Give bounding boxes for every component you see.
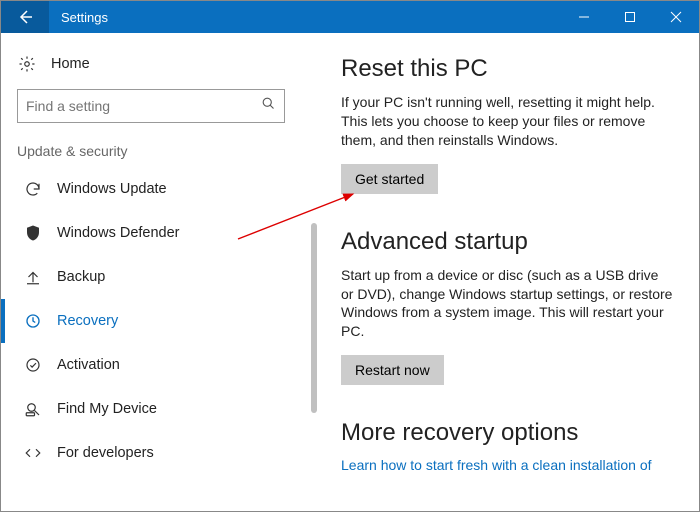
sidebar-item-label: Windows Defender bbox=[43, 225, 180, 241]
sidebar-section-label: Update & security bbox=[1, 137, 301, 167]
reset-heading: Reset this PC bbox=[341, 55, 673, 83]
recovery-icon bbox=[23, 312, 43, 330]
sidebar-item-label: Find My Device bbox=[43, 401, 157, 417]
gear-icon bbox=[17, 55, 37, 73]
sidebar-home-label: Home bbox=[37, 56, 90, 72]
find-device-icon bbox=[23, 400, 43, 418]
sidebar-item-label: Recovery bbox=[43, 313, 118, 329]
backup-icon bbox=[23, 268, 43, 286]
titlebar: Settings bbox=[1, 1, 699, 33]
sidebar-item-label: Backup bbox=[43, 269, 105, 285]
maximize-button[interactable] bbox=[607, 1, 653, 33]
activation-icon bbox=[23, 356, 43, 374]
search-icon bbox=[261, 96, 276, 116]
advanced-body: Start up from a device or disc (such as … bbox=[341, 266, 673, 342]
sidebar-item-label: Windows Update bbox=[43, 181, 167, 197]
shield-icon bbox=[23, 224, 43, 242]
get-started-button[interactable]: Get started bbox=[341, 164, 438, 194]
sidebar-item-label: Activation bbox=[43, 357, 120, 373]
main-content: Reset this PC If your PC isn't running w… bbox=[301, 33, 699, 511]
advanced-heading: Advanced startup bbox=[341, 228, 673, 256]
reset-body: If your PC isn't running well, resetting… bbox=[341, 93, 673, 150]
restart-now-button[interactable]: Restart now bbox=[341, 355, 444, 385]
more-heading: More recovery options bbox=[341, 419, 673, 447]
sidebar-item-recovery[interactable]: Recovery bbox=[1, 299, 301, 343]
sidebar-item-backup[interactable]: Backup bbox=[1, 255, 301, 299]
sync-icon bbox=[23, 180, 43, 198]
close-button[interactable] bbox=[653, 1, 699, 33]
sidebar: Home Update & security Windows Update Wi… bbox=[1, 33, 301, 511]
sidebar-item-windows-update[interactable]: Windows Update bbox=[1, 167, 301, 211]
sidebar-item-for-developers[interactable]: For developers bbox=[1, 431, 301, 475]
window-title: Settings bbox=[49, 10, 561, 25]
minimize-button[interactable] bbox=[561, 1, 607, 33]
scrollbar-thumb[interactable] bbox=[311, 223, 317, 413]
more-recovery-link[interactable]: Learn how to start fresh with a clean in… bbox=[341, 457, 652, 473]
sidebar-home[interactable]: Home bbox=[1, 49, 301, 85]
sidebar-item-label: For developers bbox=[43, 445, 154, 461]
back-button[interactable] bbox=[1, 1, 49, 33]
search-box[interactable] bbox=[17, 89, 285, 123]
sidebar-item-windows-defender[interactable]: Windows Defender bbox=[1, 211, 301, 255]
search-input[interactable] bbox=[26, 98, 261, 114]
sidebar-item-find-my-device[interactable]: Find My Device bbox=[1, 387, 301, 431]
developers-icon bbox=[23, 444, 43, 462]
sidebar-item-activation[interactable]: Activation bbox=[1, 343, 301, 387]
